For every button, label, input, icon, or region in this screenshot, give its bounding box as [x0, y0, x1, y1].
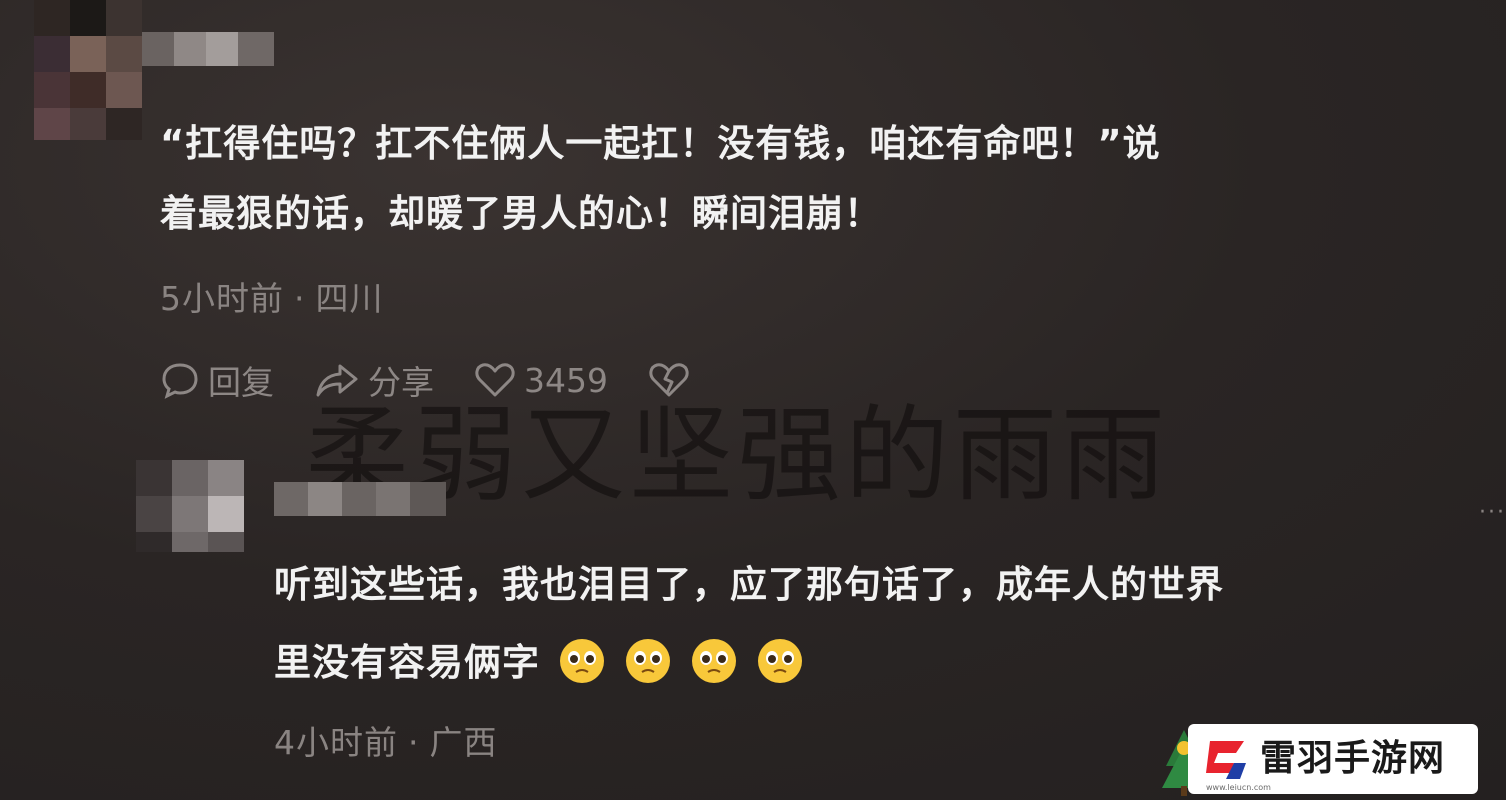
logo-mark-icon [1206, 741, 1246, 779]
like-count: 3459 [524, 360, 608, 400]
comment-2-line-1: 听到这些话，我也泪目了，应了那句话了，成年人的世界 [274, 563, 1224, 606]
screenshot-canvas: “扛得住吗？扛不住俩人一起扛！没有钱，咱还有命吧！”说 着最狠的话，却暖了男人的… [0, 0, 1506, 800]
meta-separator: · [294, 279, 306, 318]
pleading-face-icon [626, 638, 670, 683]
avatar-1[interactable] [34, 0, 142, 140]
share-arrow-icon [316, 364, 358, 397]
comment-1-line-1: “扛得住吗？扛不住俩人一起扛！没有钱，咱还有命吧！”说 [160, 122, 1161, 165]
share-label: 分享 [368, 363, 434, 402]
logo-url: www.leiucn.com [1206, 783, 1271, 792]
pleading-face-icon [758, 638, 802, 683]
comment-2-location: 广西 [429, 723, 498, 762]
comment-2-meta: 4小时前 · 广西 [274, 716, 498, 764]
pleading-face-icon [692, 638, 736, 683]
reply-label: 回复 [208, 363, 274, 402]
username-1[interactable] [142, 32, 276, 66]
site-logo[interactable]: 雷羽手游网 www.leiucn.com [1188, 724, 1478, 794]
comment-2-time: 4小时前 [274, 723, 398, 762]
comment-1-line-2: 着最狠的话，却暖了男人的心！瞬间泪崩！ [160, 192, 882, 235]
comment-1-meta: 5小时前 · 四川 [160, 272, 384, 320]
dislike-button[interactable] [648, 360, 698, 400]
logo-name: 雷羽手游网 [1260, 738, 1446, 779]
comment-2-line-2: 里没有容易俩字 [274, 641, 540, 684]
comment-2-text: 听到这些话，我也泪目了，应了那句话了，成年人的世界 里没有容易俩字 [274, 556, 1224, 692]
share-button[interactable]: 分享 [314, 356, 434, 404]
avatar-2[interactable] [136, 460, 244, 552]
comment-bubble-icon [162, 363, 198, 399]
comment-2-line-2-wrap: 里没有容易俩字 [274, 634, 1224, 692]
meta-separator: · [408, 723, 420, 762]
username-2[interactable] [274, 482, 450, 516]
reply-button[interactable]: 回复 [160, 356, 274, 404]
heart-icon [475, 363, 515, 397]
like-button[interactable]: 3459 [474, 360, 608, 400]
comment-1-time: 5小时前 [160, 279, 284, 318]
comment-1-location: 四川 [315, 279, 384, 318]
pleading-face-icon [560, 638, 604, 683]
comment-1-text: “扛得住吗？扛不住俩人一起扛！没有钱，咱还有命吧！”说 着最狠的话，却暖了男人的… [160, 115, 1161, 243]
broken-heart-icon [649, 363, 689, 397]
more-options-icon[interactable]: ··· [1479, 500, 1506, 525]
comment-1-actions: 回复 分享 3459 [160, 356, 738, 404]
